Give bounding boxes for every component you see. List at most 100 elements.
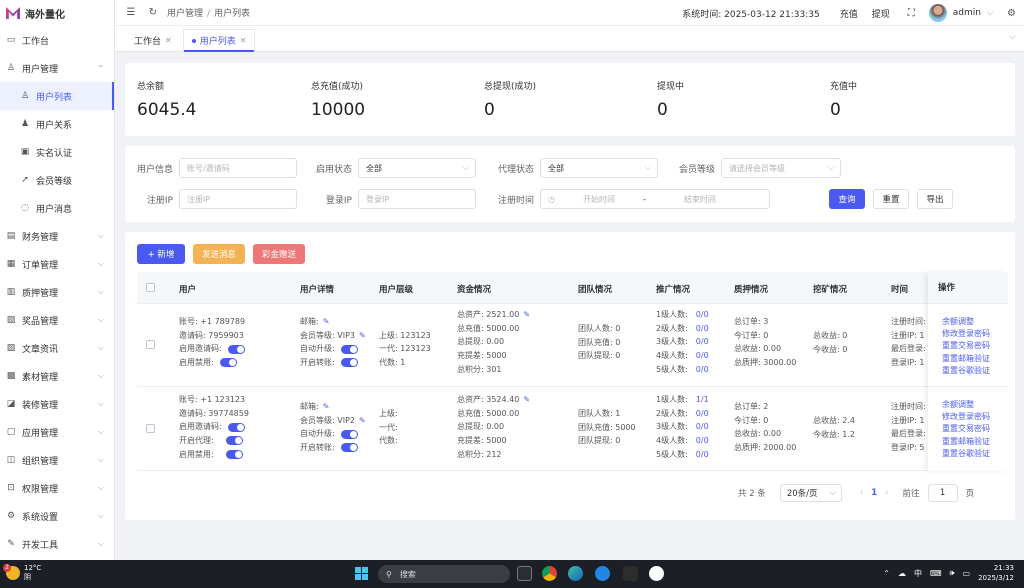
invite-code-switch[interactable] xyxy=(227,344,245,354)
sidebar-item[interactable]: ▥ 质押管理 ⌵ xyxy=(0,278,114,306)
search-button[interactable]: 查询 xyxy=(829,189,865,209)
row-checkbox[interactable] xyxy=(146,424,155,433)
brand[interactable]: 海外量化 xyxy=(0,0,114,26)
reset-trade-password-link[interactable]: 重置交易密码 xyxy=(928,423,1008,435)
reset-trade-password-link[interactable]: 重置交易密码 xyxy=(928,340,1008,352)
member-level-select[interactable]: 请选择会员等级 ⌵ xyxy=(721,158,841,178)
promo-count-link[interactable]: 1/1 xyxy=(696,393,709,407)
enable-switch[interactable] xyxy=(225,450,243,460)
edit-icon[interactable]: ✎ xyxy=(323,400,330,414)
chrome-icon[interactable] xyxy=(542,566,557,581)
invite-code-switch[interactable] xyxy=(227,422,245,432)
balance-adjust-link[interactable]: 余额调整 xyxy=(928,399,1008,411)
withdraw-link[interactable]: 提现 xyxy=(872,7,890,20)
auto-upgrade-switch[interactable] xyxy=(340,429,358,439)
start-time-input[interactable]: 开始时间 xyxy=(583,194,615,205)
close-icon[interactable]: ✕ xyxy=(165,36,172,45)
transfer-switch[interactable] xyxy=(340,443,358,453)
sidebar-item[interactable]: ⚙ 系统设置 ⌵ xyxy=(0,502,114,530)
reset-google-verify-link[interactable]: 重置谷歌验证 xyxy=(928,448,1008,460)
next-page-icon[interactable]: › xyxy=(885,488,888,498)
sidebar-item[interactable]: ◫ 组织管理 ⌵ xyxy=(0,446,114,474)
prev-page-icon[interactable]: ‹ xyxy=(860,488,863,498)
weather-widget[interactable]: 2 12°C 阴 xyxy=(3,564,41,582)
sidebar-item[interactable]: ✎ 开发工具 ⌵ xyxy=(0,530,114,558)
volume-icon[interactable]: 🕪 xyxy=(949,568,954,578)
sidebar-item[interactable]: ♙ 用户管理 ⌃ xyxy=(0,54,114,82)
terminal-icon[interactable] xyxy=(623,566,638,581)
sidebar-item[interactable]: ▤ 财务管理 ⌵ xyxy=(0,222,114,250)
sidebar-item[interactable]: ♙ 用户列表 xyxy=(0,82,114,110)
reg-ip-input[interactable]: 注册IP xyxy=(179,189,297,209)
edit-icon[interactable]: ✎ xyxy=(523,393,530,407)
chevron-down-icon[interactable]: ⌵ xyxy=(1009,32,1016,42)
cloud-icon[interactable]: ☁ xyxy=(898,569,906,578)
sidebar-item[interactable]: ◪ 装修管理 ⌵ xyxy=(0,390,114,418)
end-time-input[interactable]: 结束时间 xyxy=(684,194,716,205)
sidebar-item[interactable]: ◌ 用户消息 xyxy=(0,194,114,222)
sidebar-item[interactable]: ▢ 应用管理 ⌵ xyxy=(0,418,114,446)
edit-icon[interactable]: ✎ xyxy=(523,308,530,322)
windows-start-icon[interactable] xyxy=(355,567,368,580)
fullscreen-icon[interactable]: ⛶ xyxy=(908,8,915,19)
sidebar-item[interactable]: ▣ 实名认证 xyxy=(0,138,114,166)
page-size-select[interactable]: 20条/页 ⌵ xyxy=(779,484,842,502)
promo-count-link[interactable]: 0/0 xyxy=(696,335,709,349)
change-login-password-link[interactable]: 修改登录密码 xyxy=(928,411,1008,423)
promo-count-link[interactable]: 0/0 xyxy=(696,349,709,363)
sidebar-item[interactable]: ▨ 文章资讯 ⌵ xyxy=(0,334,114,362)
auto-upgrade-switch[interactable] xyxy=(340,344,358,354)
user-info-input[interactable]: 账号/邀请码 xyxy=(179,158,297,178)
goto-page-input[interactable]: 1 xyxy=(927,484,958,502)
sidebar-item[interactable]: ▭ 工作台 xyxy=(0,26,114,54)
date-range-picker[interactable]: ◷ 开始时间 - 结束时间 xyxy=(540,189,770,209)
battery-icon[interactable]: ▭ xyxy=(963,569,971,578)
promo-count-link[interactable]: 0/0 xyxy=(696,322,709,336)
sidebar-item[interactable]: ▩ 素材管理 ⌵ xyxy=(0,362,114,390)
sidebar-item[interactable]: ➚ 会员等级 xyxy=(0,166,114,194)
gift-bonus-button[interactable]: 彩金赠送 xyxy=(253,244,305,264)
promo-count-link[interactable]: 0/0 xyxy=(696,308,709,322)
user-menu[interactable]: admin ⌵ xyxy=(928,4,993,22)
balance-adjust-link[interactable]: 余额调整 xyxy=(928,316,1008,328)
sidebar-item[interactable]: ▧ 奖品管理 ⌵ xyxy=(0,306,114,334)
close-icon[interactable]: ✕ xyxy=(240,36,247,45)
ime-indicator[interactable]: 中 xyxy=(914,568,922,579)
select-all-checkbox[interactable] xyxy=(146,283,155,292)
promo-count-link[interactable]: 0/0 xyxy=(696,363,709,377)
agent-switch[interactable] xyxy=(225,436,243,446)
task-view-icon[interactable] xyxy=(517,566,532,581)
tab-user-list[interactable]: 用户列表 ✕ xyxy=(182,29,256,52)
promo-count-link[interactable]: 0/0 xyxy=(696,434,709,448)
edge-icon[interactable] xyxy=(568,566,583,581)
qq-icon[interactable] xyxy=(649,566,664,581)
export-button[interactable]: 导出 xyxy=(917,189,953,209)
reset-email-verify-link[interactable]: 重置邮箱验证 xyxy=(928,353,1008,365)
settings-gear-icon[interactable]: ⚙ xyxy=(1007,8,1016,19)
promo-count-link[interactable]: 0/0 xyxy=(696,420,709,434)
enable-switch[interactable] xyxy=(219,358,237,368)
breadcrumb-item[interactable]: 用户管理 xyxy=(167,9,203,19)
recharge-link[interactable]: 充值 xyxy=(840,7,858,20)
login-ip-input[interactable]: 登录IP xyxy=(358,189,476,209)
refresh-icon[interactable]: ↻ xyxy=(145,7,161,18)
browser-icon[interactable] xyxy=(595,566,610,581)
tab-dashboard[interactable]: 工作台 ✕ xyxy=(125,29,181,51)
edit-icon[interactable]: ✎ xyxy=(323,315,330,329)
row-checkbox[interactable] xyxy=(146,340,155,349)
add-button[interactable]: + 新增 xyxy=(137,244,185,264)
chevron-up-icon[interactable]: ⌃ xyxy=(883,569,890,578)
promo-count-link[interactable]: 0/0 xyxy=(696,448,709,462)
sidebar-item[interactable]: ▦ 订单管理 ⌵ xyxy=(0,250,114,278)
menu-toggle-icon[interactable]: ☰ xyxy=(123,7,139,18)
reset-google-verify-link[interactable]: 重置谷歌验证 xyxy=(928,365,1008,377)
reset-email-verify-link[interactable]: 重置邮箱验证 xyxy=(928,436,1008,448)
sidebar-item[interactable]: ♟ 用户关系 xyxy=(0,110,114,138)
reset-button[interactable]: 重置 xyxy=(873,189,909,209)
page-number[interactable]: 1 xyxy=(871,488,877,498)
sidebar-item[interactable]: ⊡ 权限管理 ⌵ xyxy=(0,474,114,502)
keyboard-icon[interactable]: ⌨ xyxy=(930,569,942,578)
change-login-password-link[interactable]: 修改登录密码 xyxy=(928,328,1008,340)
send-message-button[interactable]: 发送消息 xyxy=(193,244,245,264)
taskbar-search[interactable]: ⚲ 搜索 xyxy=(378,565,510,583)
